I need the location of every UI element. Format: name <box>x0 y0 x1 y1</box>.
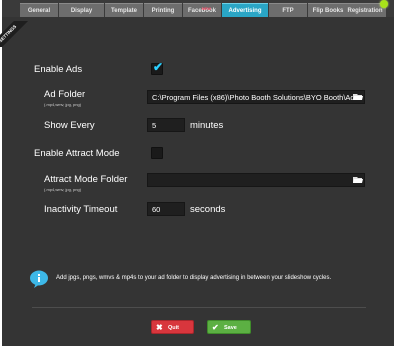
save-label: Save <box>224 325 237 331</box>
close-icon: ✖ <box>156 323 163 332</box>
settings-window: General Display Template Printing Facebo… <box>0 0 394 346</box>
quit-label: Quit <box>168 325 179 331</box>
info-text: Add jpgs, pngs, wmvs & mp4s to your ad f… <box>56 275 332 281</box>
enable-ads-checkbox[interactable]: ✔ <box>151 60 164 75</box>
tab-flip-books[interactable]: Flip Books <box>308 3 348 17</box>
enable-ads-label: Enable Ads <box>34 64 83 75</box>
settings-ribbon-label: SETTINGS <box>0 21 33 47</box>
tab-ftp[interactable]: FTP <box>269 3 307 17</box>
new-badge: NEW <box>201 6 211 11</box>
enable-attract-label: Enable Attract Mode <box>34 148 120 159</box>
enable-attract-checkbox[interactable] <box>151 147 163 159</box>
tab-registration[interactable]: Registration <box>344 0 388 17</box>
tab-label: Flip Books <box>312 8 344 14</box>
ad-folder-label: Ad Folder <box>44 89 86 100</box>
tab-template[interactable]: Template <box>105 3 143 17</box>
folder-open-icon[interactable] <box>353 176 363 184</box>
show-every-unit: minutes <box>190 120 224 131</box>
tab-display[interactable]: Display <box>59 3 104 17</box>
tab-printing[interactable]: Printing <box>144 3 182 17</box>
check-icon: ✔ <box>212 323 219 332</box>
f1-key-label: F1 <box>0 21 7 25</box>
show-every-input[interactable]: 5 <box>147 118 185 132</box>
info-bubble-icon <box>30 270 48 288</box>
tab-label: FTP <box>282 8 294 14</box>
tab-facebook[interactable]: Facebook NEW <box>183 3 221 17</box>
status-indicator-icon <box>380 0 388 8</box>
folder-open-icon[interactable] <box>353 93 363 101</box>
tab-label: Template <box>111 8 137 14</box>
divider <box>32 307 366 308</box>
tab-label: Printing <box>151 8 175 14</box>
tab-general[interactable]: General <box>20 3 58 17</box>
tab-bar: General Display Template Printing Facebo… <box>2 0 394 17</box>
save-button[interactable]: ✔ Save <box>207 320 251 334</box>
advertising-panel: SETTINGS F1 Enable Ads ✔ Ad Folder (.mp4… <box>0 17 394 346</box>
show-every-label: Show Every <box>44 120 95 131</box>
attract-folder-label: Attract Mode Folder <box>44 174 128 185</box>
ad-folder-formats: (.mp4,wmv, jpg, png) <box>44 102 82 107</box>
tab-label: Display <box>70 8 93 14</box>
tab-label: Registration <box>347 8 383 14</box>
ad-folder-input[interactable]: C:\Program Files (x86)\Photo Booth Solut… <box>147 90 365 104</box>
inactivity-label: Inactivity Timeout <box>44 204 118 215</box>
tab-advertising[interactable]: Advertising <box>222 3 268 17</box>
quit-button[interactable]: ✖ Quit <box>151 320 194 334</box>
checkmark-icon: ✔ <box>153 60 164 74</box>
inactivity-input[interactable]: 60 <box>147 202 185 216</box>
inactivity-unit: seconds <box>190 204 226 215</box>
settings-corner-ribbon: SETTINGS F1 <box>0 21 40 47</box>
attract-folder-input[interactable] <box>147 173 365 187</box>
tab-label: Advertising <box>228 8 262 14</box>
attract-folder-formats: (.mp4,wmv, jpg, png) <box>44 187 82 192</box>
tab-label: General <box>27 8 51 14</box>
